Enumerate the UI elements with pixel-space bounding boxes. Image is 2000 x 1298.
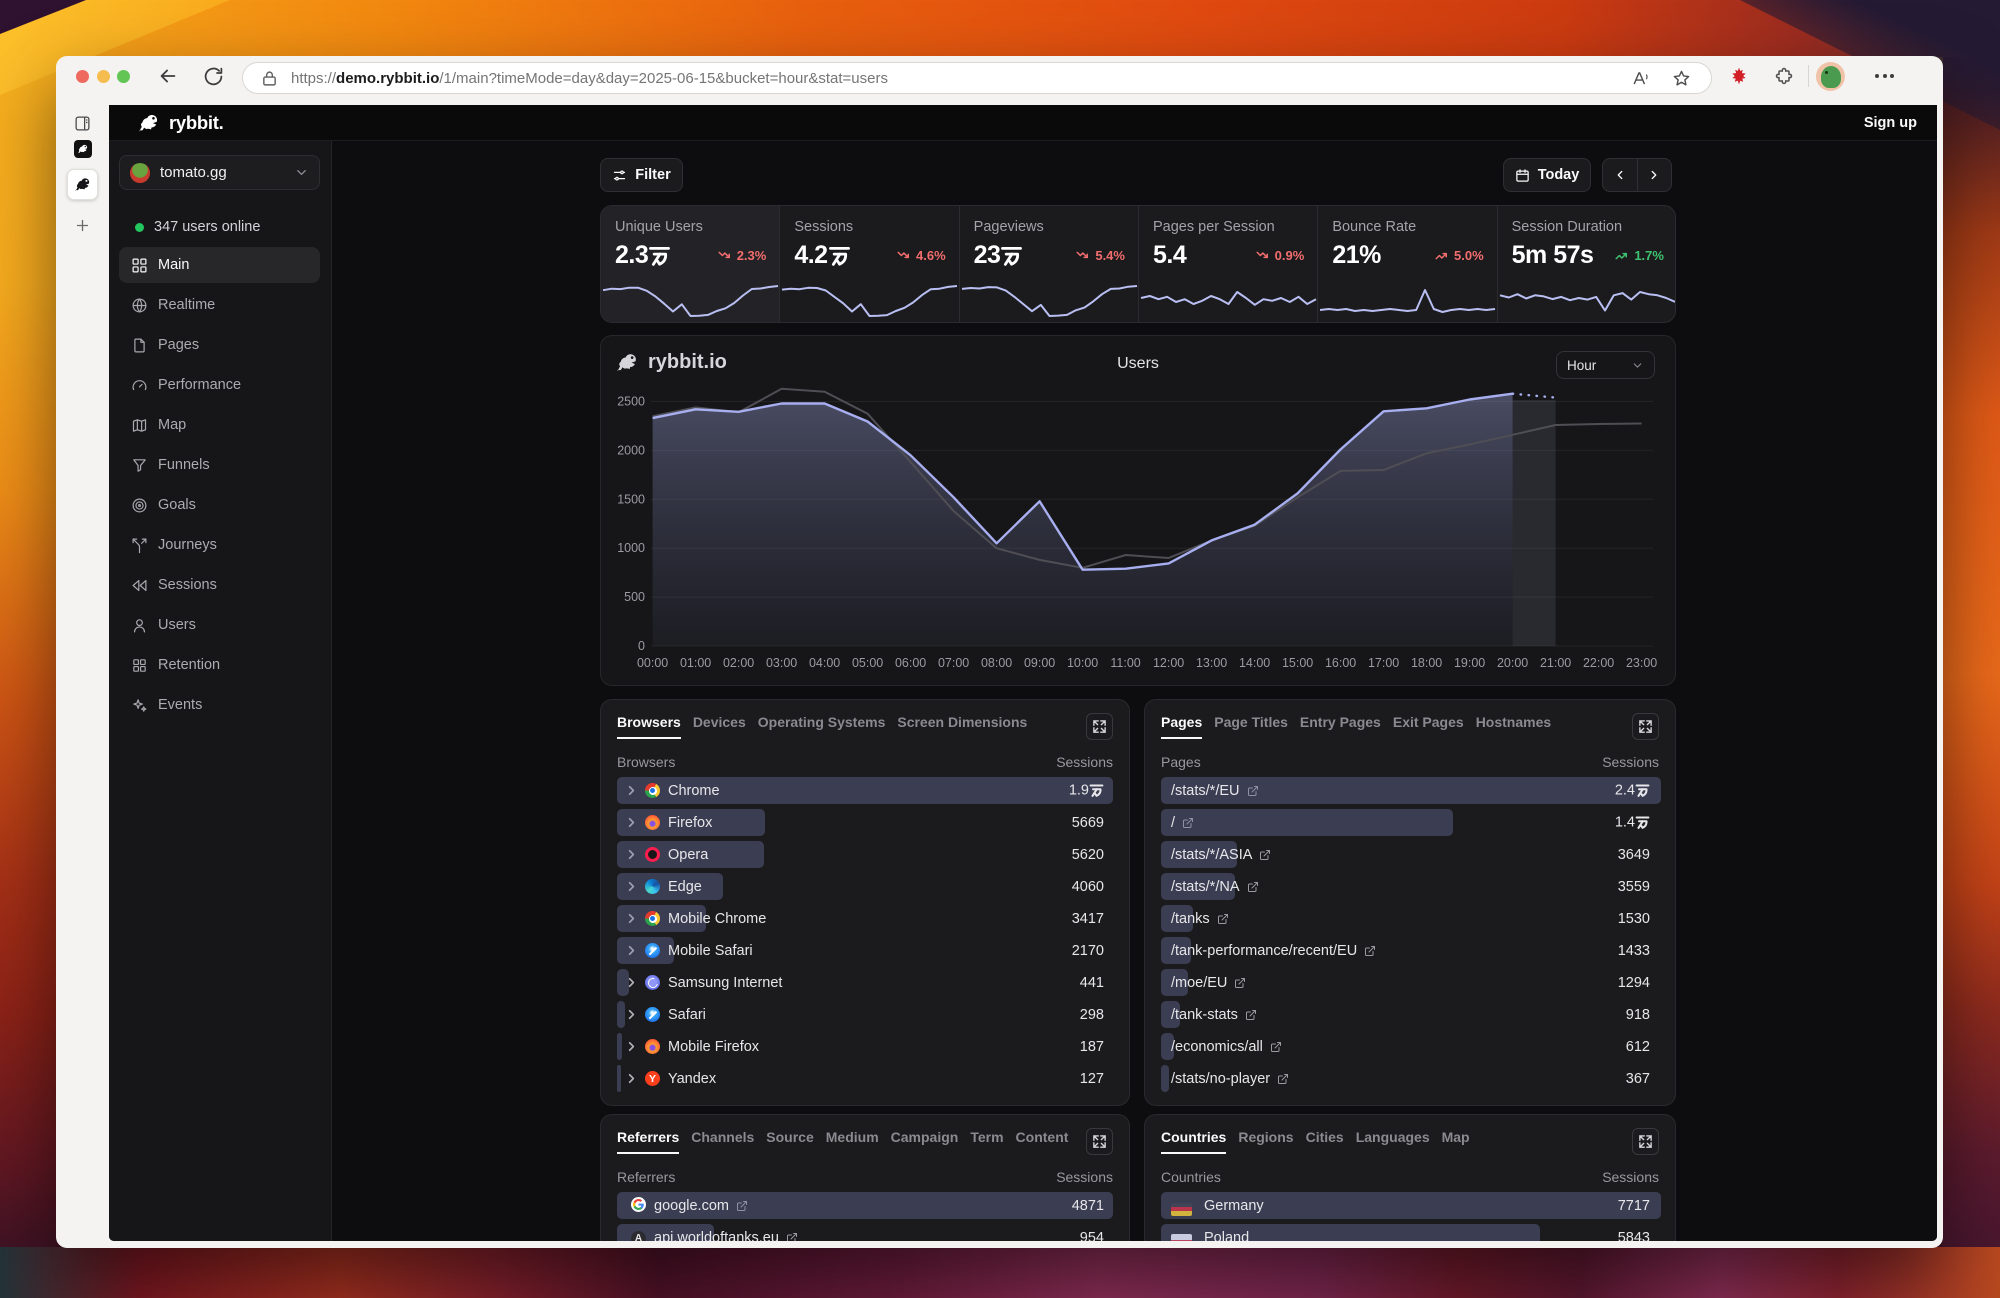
svg-text:17:00: 17:00	[1368, 656, 1399, 670]
svg-text:0: 0	[638, 639, 645, 653]
svg-text:13:00: 13:00	[1196, 656, 1227, 670]
svg-text:500: 500	[624, 590, 645, 604]
svg-text:2000: 2000	[617, 443, 645, 457]
svg-text:1500: 1500	[617, 492, 645, 506]
svg-text:12:00: 12:00	[1153, 656, 1184, 670]
svg-text:04:00: 04:00	[809, 656, 840, 670]
svg-text:06:00: 06:00	[895, 656, 926, 670]
svg-text:16:00: 16:00	[1325, 656, 1356, 670]
svg-text:15:00: 15:00	[1282, 656, 1313, 670]
svg-text:2500: 2500	[617, 395, 645, 409]
svg-text:1000: 1000	[617, 541, 645, 555]
svg-text:09:00: 09:00	[1024, 656, 1055, 670]
svg-text:07:00: 07:00	[938, 656, 969, 670]
svg-text:10:00: 10:00	[1067, 656, 1098, 670]
svg-text:05:00: 05:00	[852, 656, 883, 670]
svg-text:03:00: 03:00	[766, 656, 797, 670]
svg-text:08:00: 08:00	[981, 656, 1012, 670]
svg-text:21:00: 21:00	[1540, 656, 1571, 670]
svg-text:14:00: 14:00	[1239, 656, 1270, 670]
svg-text:01:00: 01:00	[680, 656, 711, 670]
svg-text:23:00: 23:00	[1626, 656, 1657, 670]
svg-text:00:00: 00:00	[637, 656, 668, 670]
svg-text:19:00: 19:00	[1454, 656, 1485, 670]
svg-text:11:00: 11:00	[1110, 656, 1140, 670]
svg-text:02:00: 02:00	[723, 656, 754, 670]
svg-text:18:00: 18:00	[1411, 656, 1442, 670]
svg-text:20:00: 20:00	[1497, 656, 1528, 670]
svg-text:22:00: 22:00	[1583, 656, 1614, 670]
